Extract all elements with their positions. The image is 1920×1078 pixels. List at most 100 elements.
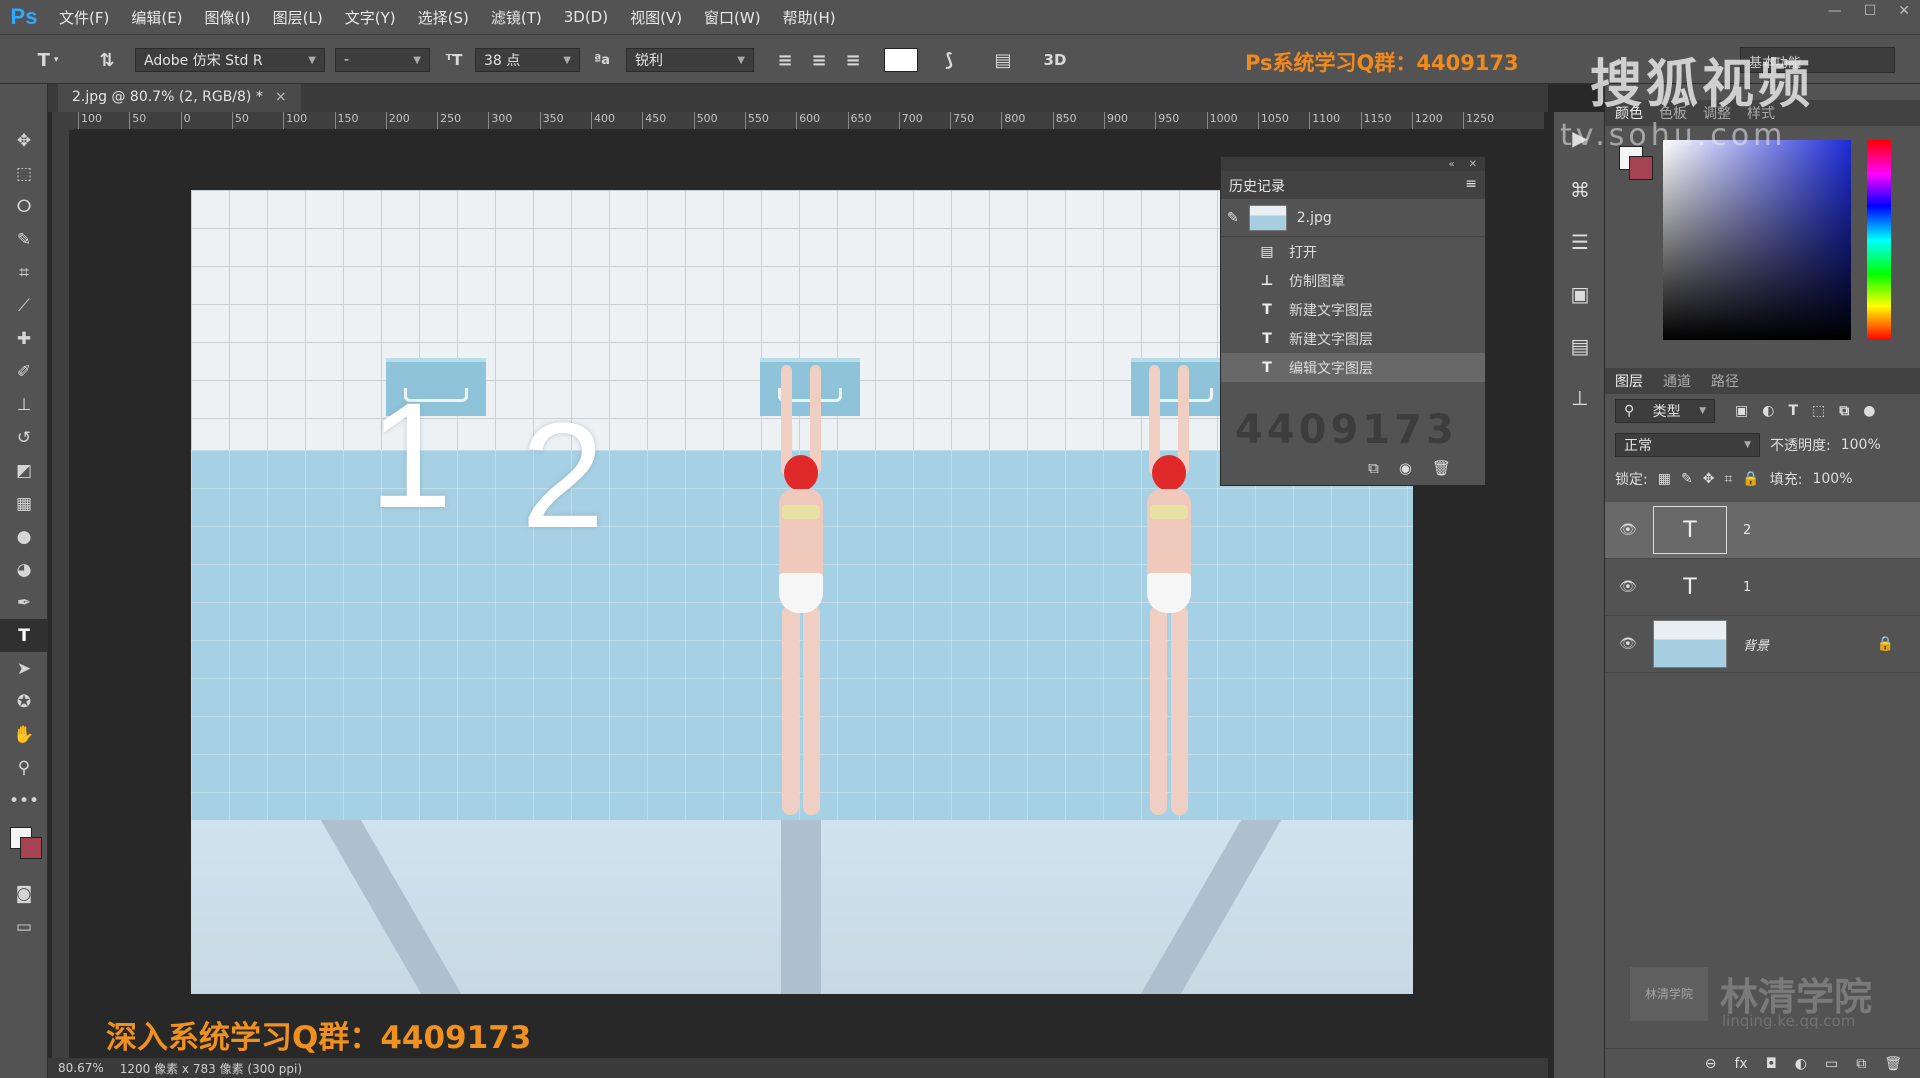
history-panel-title[interactable]: 历史记录 — [1229, 176, 1285, 195]
screen-mode-icon[interactable]: ▭ — [0, 910, 48, 943]
history-step-selected[interactable]: T 编辑文字图层 — [1221, 353, 1485, 382]
filter-adjustment-icon[interactable]: ◐ — [1762, 403, 1774, 419]
menu-edit[interactable]: 编辑(E) — [120, 7, 193, 28]
link-layers-icon[interactable]: ⊖ — [1705, 1056, 1717, 1072]
path-select-tool-icon[interactable]: ➤ — [0, 652, 48, 685]
blend-mode-dropdown[interactable]: 正常 ▼ — [1615, 433, 1760, 457]
menu-select[interactable]: 选择(S) — [407, 7, 480, 28]
color-picker-field[interactable] — [1663, 140, 1851, 340]
lock-transparent-icon[interactable]: ▦ — [1658, 471, 1671, 487]
collapse-panel-icon[interactable]: « — [1448, 159, 1454, 170]
document-info[interactable]: 1200 像素 x 783 像素 (300 ppi) — [120, 1060, 302, 1077]
antialias-dropdown[interactable]: 锐利 ▼ — [626, 48, 754, 72]
menu-view[interactable]: 视图(V) — [619, 7, 693, 28]
history-step[interactable]: T 新建文字图层 — [1221, 295, 1485, 324]
document-tab[interactable]: 2.jpg @ 80.7% (2, RGB/8) * × — [58, 84, 301, 112]
3d-button[interactable]: 3D — [1040, 48, 1070, 72]
move-tool-icon[interactable]: ✥ — [0, 124, 48, 157]
canvas-text-layer-1[interactable]: 1 — [369, 380, 452, 530]
eye-icon[interactable]: 👁 — [1619, 522, 1637, 538]
add-mask-icon[interactable]: ◘ — [1766, 1056, 1777, 1072]
minimize-button[interactable]: — — [1828, 3, 1842, 19]
new-layer-icon[interactable]: ⧉ — [1856, 1056, 1866, 1072]
quick-select-tool-icon[interactable]: ✎ — [0, 223, 48, 256]
history-icon[interactable]: ▣ — [1554, 268, 1606, 320]
layer-filter-dropdown[interactable]: ⚲ 类型 ▼ — [1615, 399, 1715, 423]
lock-pixels-icon[interactable]: ✎ — [1681, 471, 1693, 487]
zoom-tool-icon[interactable]: ⚲ — [0, 751, 48, 784]
menu-help[interactable]: 帮助(H) — [772, 7, 847, 28]
font-size-dropdown[interactable]: 38 点 ▼ — [475, 48, 580, 72]
history-snapshot[interactable]: ✎ 2.jpg — [1221, 199, 1485, 237]
more-tools-icon[interactable]: ••• — [0, 784, 48, 817]
brush-tool-icon[interactable]: ✐ — [0, 355, 48, 388]
eraser-tool-icon[interactable]: ◩ — [0, 454, 48, 487]
close-panel-icon[interactable]: ✕ — [1469, 159, 1477, 170]
fill-value[interactable]: 100% — [1812, 471, 1852, 487]
shape-tool-icon[interactable]: ✪ — [0, 685, 48, 718]
menu-3d[interactable]: 3D(D) — [553, 8, 619, 26]
gradient-tool-icon[interactable]: ▦ — [0, 487, 48, 520]
text-orientation-icon[interactable]: ⇅ — [94, 48, 120, 72]
menu-layer[interactable]: 图层(L) — [262, 7, 334, 28]
lock-all-icon[interactable]: 🔒 — [1742, 471, 1759, 487]
zoom-level[interactable]: 80.67% — [58, 1061, 104, 1075]
eye-icon[interactable]: 👁 — [1619, 579, 1637, 595]
history-step[interactable]: T 新建文字图层 — [1221, 324, 1485, 353]
type-tool-preset-icon[interactable]: T ▾ — [28, 48, 68, 72]
font-family-dropdown[interactable]: Adobe 仿宋 Std R ▼ — [135, 48, 325, 72]
delete-layer-icon[interactable]: 🗑 — [1884, 1056, 1902, 1072]
crop-tool-icon[interactable]: ⌗ — [0, 256, 48, 289]
lasso-tool-icon[interactable]: ⵔ — [0, 190, 48, 223]
hue-slider[interactable] — [1867, 140, 1891, 340]
character-panel-icon[interactable]: ▤ — [990, 48, 1016, 72]
tab-channels[interactable]: 通道 — [1663, 371, 1691, 391]
filter-pixel-icon[interactable]: ▣ — [1735, 403, 1748, 419]
clone-stamp-tool-icon[interactable]: ⊥ — [0, 388, 48, 421]
lock-artboard-icon[interactable]: ⌗ — [1724, 471, 1732, 487]
history-brush-tool-icon[interactable]: ↺ — [0, 421, 48, 454]
eyedropper-tool-icon[interactable]: ⟋ — [0, 289, 48, 322]
pen-tool-icon[interactable]: ✒ — [0, 586, 48, 619]
properties-icon[interactable]: ☰ — [1554, 216, 1606, 268]
filter-toggle-icon[interactable]: ● — [1863, 403, 1875, 419]
new-group-icon[interactable]: ▭ — [1825, 1056, 1838, 1072]
trash-icon[interactable]: 🗑 — [1432, 459, 1451, 477]
text-color-swatch[interactable] — [884, 48, 918, 72]
align-left-icon[interactable]: ≡ — [772, 48, 798, 72]
notes-icon[interactable]: ▤ — [1554, 320, 1606, 372]
type-tool-icon[interactable]: T — [0, 619, 48, 652]
menu-image[interactable]: 图像(I) — [194, 7, 262, 28]
layer-row-2[interactable]: 👁 T 2 — [1605, 502, 1920, 559]
menu-file[interactable]: 文件(F) — [48, 7, 120, 28]
filter-shape-icon[interactable]: ⬚ — [1812, 403, 1825, 419]
camera-snapshot-icon[interactable]: ◉ — [1399, 459, 1412, 477]
close-tab-icon[interactable]: × — [275, 89, 287, 105]
healing-brush-tool-icon[interactable]: ✚ — [0, 322, 48, 355]
canvas-text-layer-2[interactable]: 2 — [521, 400, 604, 550]
clone-source-icon[interactable]: ⊥ — [1554, 372, 1606, 424]
menu-filter[interactable]: 滤镜(T) — [480, 7, 553, 28]
marquee-tool-icon[interactable]: ⬚ — [0, 157, 48, 190]
tab-layers[interactable]: 图层 — [1615, 371, 1643, 391]
align-center-icon[interactable]: ≡ — [806, 48, 832, 72]
font-style-dropdown[interactable]: - ▼ — [335, 48, 430, 72]
filter-smart-object-icon[interactable]: ⧉ — [1839, 403, 1849, 419]
menu-window[interactable]: 窗口(W) — [693, 7, 772, 28]
blur-tool-icon[interactable]: ● — [0, 520, 48, 553]
menu-type[interactable]: 文字(Y) — [334, 7, 407, 28]
layer-row-background[interactable]: 👁 背景 🔒 — [1605, 616, 1920, 673]
opacity-value[interactable]: 100% — [1841, 437, 1881, 453]
filter-type-icon[interactable]: T — [1788, 403, 1798, 419]
layer-row-1[interactable]: 👁 T 1 — [1605, 559, 1920, 616]
lock-position-icon[interactable]: ✥ — [1703, 471, 1715, 487]
adjustment-layer-icon[interactable]: ◐ — [1795, 1056, 1807, 1072]
background-color-swatch[interactable] — [20, 837, 42, 859]
history-brush-source-icon[interactable]: ✎ — [1227, 210, 1239, 226]
brush-settings-icon[interactable]: ⌘ — [1554, 164, 1606, 216]
color-panel-background[interactable] — [1629, 156, 1653, 180]
align-right-icon[interactable]: ≡ — [840, 48, 866, 72]
dodge-tool-icon[interactable]: ◕ — [0, 553, 48, 586]
eye-icon[interactable]: 👁 — [1619, 636, 1637, 652]
tab-paths[interactable]: 路径 — [1711, 371, 1739, 391]
